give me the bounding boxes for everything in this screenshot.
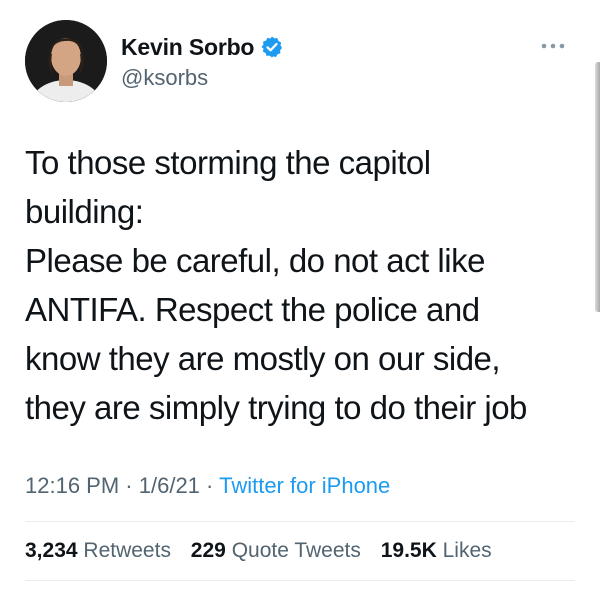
quote-tweets-stat[interactable]: 229 Quote Tweets (191, 539, 367, 562)
verified-badge-icon (260, 35, 284, 59)
avatar[interactable] (25, 20, 107, 102)
tweet-text-line: they are simply trying to do their job (25, 389, 527, 426)
retweets-count: 3,234 (25, 539, 78, 562)
tweet-date[interactable]: 1/6/21 (139, 473, 200, 498)
display-name[interactable]: Kevin Sorbo (121, 34, 254, 61)
tweet-source-link[interactable]: Twitter for iPhone (219, 473, 390, 498)
tweet-header: Kevin Sorbo @ksorbs (25, 18, 575, 106)
meta-separator: · (125, 473, 133, 498)
tweet-text-line: Please be careful, do not act like (25, 242, 485, 279)
tweet-text-line: building: (25, 193, 144, 230)
tweet-text-line: know they are mostly on our side, (25, 340, 501, 377)
likes-count: 19.5K (380, 539, 437, 562)
tweet-text: To those storming the capitol building: … (25, 138, 585, 432)
quote-tweets-label: Quote Tweets (231, 539, 361, 562)
likes-label: Likes (442, 539, 492, 562)
quote-tweets-count: 229 (190, 539, 226, 562)
more-options-icon[interactable] (539, 38, 567, 54)
divider (25, 580, 575, 581)
divider (25, 521, 575, 522)
scrollbar[interactable] (595, 62, 600, 312)
meta-separator: · (206, 473, 214, 498)
name-row: Kevin Sorbo (121, 32, 284, 62)
tweet-card: Kevin Sorbo @ksorbs To those storming th… (0, 0, 600, 592)
tweet-text-line: ANTIFA. Respect the police and (25, 291, 480, 328)
retweets-stat[interactable]: 3,234 Retweets (25, 539, 177, 562)
likes-stat[interactable]: 19.5K Likes (381, 539, 492, 562)
retweets-label: Retweets (83, 539, 171, 562)
tweet-meta: 12:16 PM · 1/6/21 · Twitter for iPhone (25, 473, 390, 499)
tweet-text-line: To those storming the capitol (25, 144, 431, 181)
avatar-image (25, 20, 107, 102)
handle[interactable]: @ksorbs (121, 65, 208, 91)
tweet-stats: 3,234 Retweets 229 Quote Tweets 19.5K Li… (25, 539, 506, 563)
tweet-time[interactable]: 12:16 PM (25, 473, 119, 498)
